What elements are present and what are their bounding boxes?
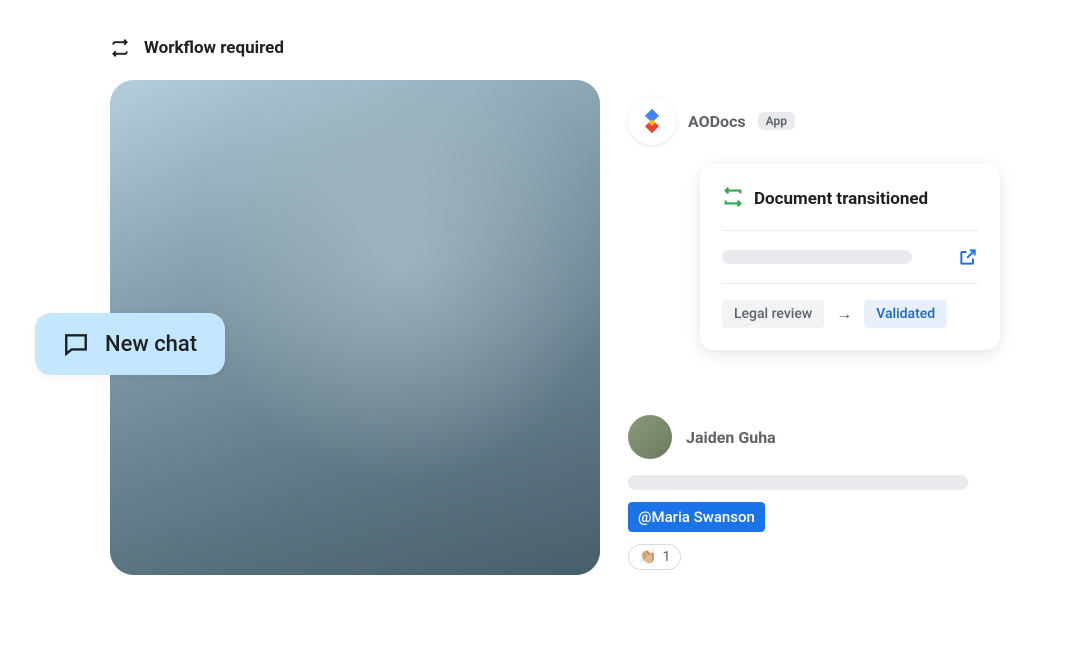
status-row: Legal review → Validated (722, 284, 978, 328)
transition-icon (722, 186, 744, 212)
workflow-icon (110, 38, 130, 58)
transition-body (722, 231, 978, 284)
reaction-chip[interactable]: 👏🏼 1 (628, 544, 681, 570)
app-badge: App (758, 112, 795, 130)
open-external-icon[interactable] (958, 247, 978, 267)
user-message: Jaiden Guha @Maria Swanson 👏🏼 1 (628, 415, 1023, 570)
workflow-label: Workflow required (144, 38, 284, 58)
user-avatar (628, 415, 672, 459)
doc-placeholder (722, 250, 912, 264)
reaction-count: 1 (662, 549, 670, 565)
user-header: Jaiden Guha (628, 415, 1023, 459)
status-to: Validated (864, 300, 947, 328)
message-placeholder (628, 475, 968, 490)
app-header: AODocs App (628, 97, 795, 145)
arrow-right-icon: → (836, 304, 852, 324)
chat-icon (63, 331, 89, 357)
mention-chip[interactable]: @Maria Swanson (628, 502, 765, 532)
user-name: Jaiden Guha (686, 428, 776, 447)
transition-card: Document transitioned Legal review → Val… (700, 164, 1000, 350)
new-chat-label: New chat (105, 332, 197, 357)
transition-title: Document transitioned (754, 189, 928, 209)
app-avatar (628, 97, 676, 145)
transition-header: Document transitioned (722, 186, 978, 231)
clap-emoji-icon: 👏🏼 (639, 549, 656, 565)
app-name: AODocs (688, 112, 746, 131)
new-chat-button[interactable]: New chat (35, 313, 225, 375)
workflow-header: Workflow required (110, 38, 284, 58)
status-from: Legal review (722, 300, 824, 328)
